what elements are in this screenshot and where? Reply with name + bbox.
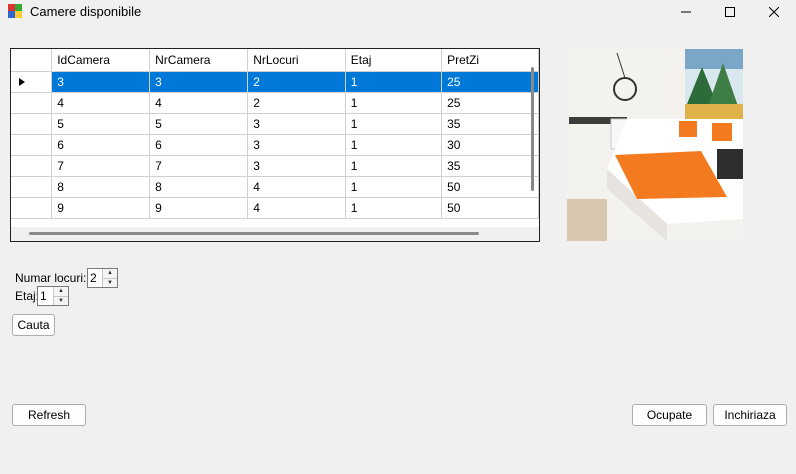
column-header-pretzi[interactable]: PretZi	[441, 49, 539, 72]
refresh-button[interactable]: Refresh	[12, 404, 86, 426]
close-icon	[769, 7, 779, 17]
numar-locuri-up-arrow-icon[interactable]: ▲	[103, 269, 117, 279]
table-cell[interactable]: 3	[247, 155, 346, 177]
table-cell[interactable]: 1	[345, 134, 443, 156]
inchiriaza-button[interactable]: Inchiriaza	[713, 404, 787, 426]
table-row[interactable]: 9 9 4 1 50	[11, 197, 539, 219]
column-header-nrlocuri[interactable]: NrLocuri	[247, 49, 346, 72]
table-cell[interactable]: 8	[51, 176, 151, 198]
table-row[interactable]: 6 6 3 1 30	[11, 134, 539, 156]
table-cell[interactable]: 1	[345, 92, 443, 114]
table-cell[interactable]: 6	[51, 134, 151, 156]
minimize-icon	[681, 11, 691, 13]
table-cell[interactable]: 3	[247, 134, 346, 156]
ocupate-button[interactable]: Ocupate	[632, 404, 707, 426]
etaj-value[interactable]: 1	[38, 287, 53, 305]
row-header[interactable]	[11, 92, 53, 114]
row-header-corner	[11, 49, 53, 72]
etaj-down-arrow-icon[interactable]: ▼	[54, 296, 68, 305]
horizontal-scrollbar[interactable]	[29, 232, 479, 235]
table-cell[interactable]: 2	[247, 92, 346, 114]
rooms-table: IdCamera NrCamera NrLocuri Etaj PretZi 3…	[11, 49, 539, 219]
rooms-data-grid[interactable]: IdCamera NrCamera NrLocuri Etaj PretZi 3…	[10, 48, 540, 242]
table-cell[interactable]: 25	[441, 71, 539, 93]
column-header-idcamera[interactable]: IdCamera	[51, 49, 151, 72]
maximize-button[interactable]	[708, 0, 752, 24]
row-header[interactable]	[11, 113, 53, 135]
minimize-button[interactable]	[664, 0, 708, 24]
etaj-up-arrow-icon[interactable]: ▲	[54, 287, 68, 297]
table-cell[interactable]: 4	[247, 176, 346, 198]
room-photo	[567, 49, 743, 241]
table-cell[interactable]: 5	[51, 113, 151, 135]
table-cell[interactable]: 50	[441, 197, 539, 219]
etaj-label: Etaj:	[15, 289, 40, 303]
table-cell[interactable]: 3	[247, 113, 346, 135]
table-cell[interactable]: 1	[345, 113, 443, 135]
table-cell[interactable]: 5	[149, 113, 249, 135]
table-cell[interactable]: 30	[441, 134, 539, 156]
vertical-scrollbar[interactable]	[531, 67, 534, 191]
cauta-button[interactable]: Cauta	[12, 314, 55, 336]
table-cell[interactable]: 1	[345, 176, 443, 198]
table-row[interactable]: 4 4 2 1 25	[11, 92, 539, 114]
numar-locuri-down-arrow-icon[interactable]: ▼	[103, 278, 117, 287]
table-cell[interactable]: 1	[345, 155, 443, 177]
row-header[interactable]	[11, 197, 53, 219]
table-cell[interactable]: 8	[149, 176, 249, 198]
header-row: IdCamera NrCamera NrLocuri Etaj PretZi	[11, 49, 539, 72]
numar-locuri-stepper[interactable]: 2 ▲ ▼	[87, 268, 118, 288]
table-row[interactable]: 5 5 3 1 35	[11, 113, 539, 135]
table-cell[interactable]: 1	[345, 197, 443, 219]
numar-locuri-value[interactable]: 2	[88, 269, 102, 287]
table-row[interactable]: 3 3 2 1 25	[11, 71, 539, 93]
column-header-nrcamera[interactable]: NrCamera	[149, 49, 249, 72]
table-row[interactable]: 8 8 4 1 50	[11, 176, 539, 198]
table-cell[interactable]: 1	[345, 71, 443, 93]
table-cell[interactable]: 9	[51, 197, 151, 219]
table-cell[interactable]: 7	[51, 155, 151, 177]
maximize-icon	[725, 7, 735, 17]
table-cell[interactable]: 3	[51, 71, 151, 93]
close-button[interactable]	[752, 0, 796, 24]
app-icon	[8, 4, 22, 18]
numar-locuri-label: Numar locuri:	[15, 271, 87, 285]
current-row-arrow-icon	[19, 78, 25, 87]
table-cell[interactable]: 9	[149, 197, 249, 219]
table-cell[interactable]: 35	[441, 155, 539, 177]
title-bar: Camere disponibile	[0, 0, 796, 24]
window-title: Camere disponibile	[30, 4, 142, 19]
etaj-stepper[interactable]: 1 ▲ ▼	[37, 286, 69, 306]
row-header[interactable]	[11, 176, 53, 198]
table-cell[interactable]: 35	[441, 113, 539, 135]
table-cell[interactable]: 4	[51, 92, 151, 114]
row-header[interactable]	[11, 155, 53, 177]
table-row[interactable]: 7 7 3 1 35	[11, 155, 539, 177]
table-cell[interactable]: 4	[149, 92, 249, 114]
table-cell[interactable]: 7	[149, 155, 249, 177]
table-cell[interactable]: 4	[247, 197, 346, 219]
table-cell[interactable]: 2	[247, 71, 346, 93]
table-cell[interactable]: 6	[149, 134, 249, 156]
table-cell[interactable]: 25	[441, 92, 539, 114]
column-header-etaj[interactable]: Etaj	[345, 49, 443, 72]
row-header[interactable]	[11, 134, 53, 156]
row-header[interactable]	[11, 71, 53, 93]
table-cell[interactable]: 50	[441, 176, 539, 198]
table-cell[interactable]: 3	[149, 71, 249, 93]
